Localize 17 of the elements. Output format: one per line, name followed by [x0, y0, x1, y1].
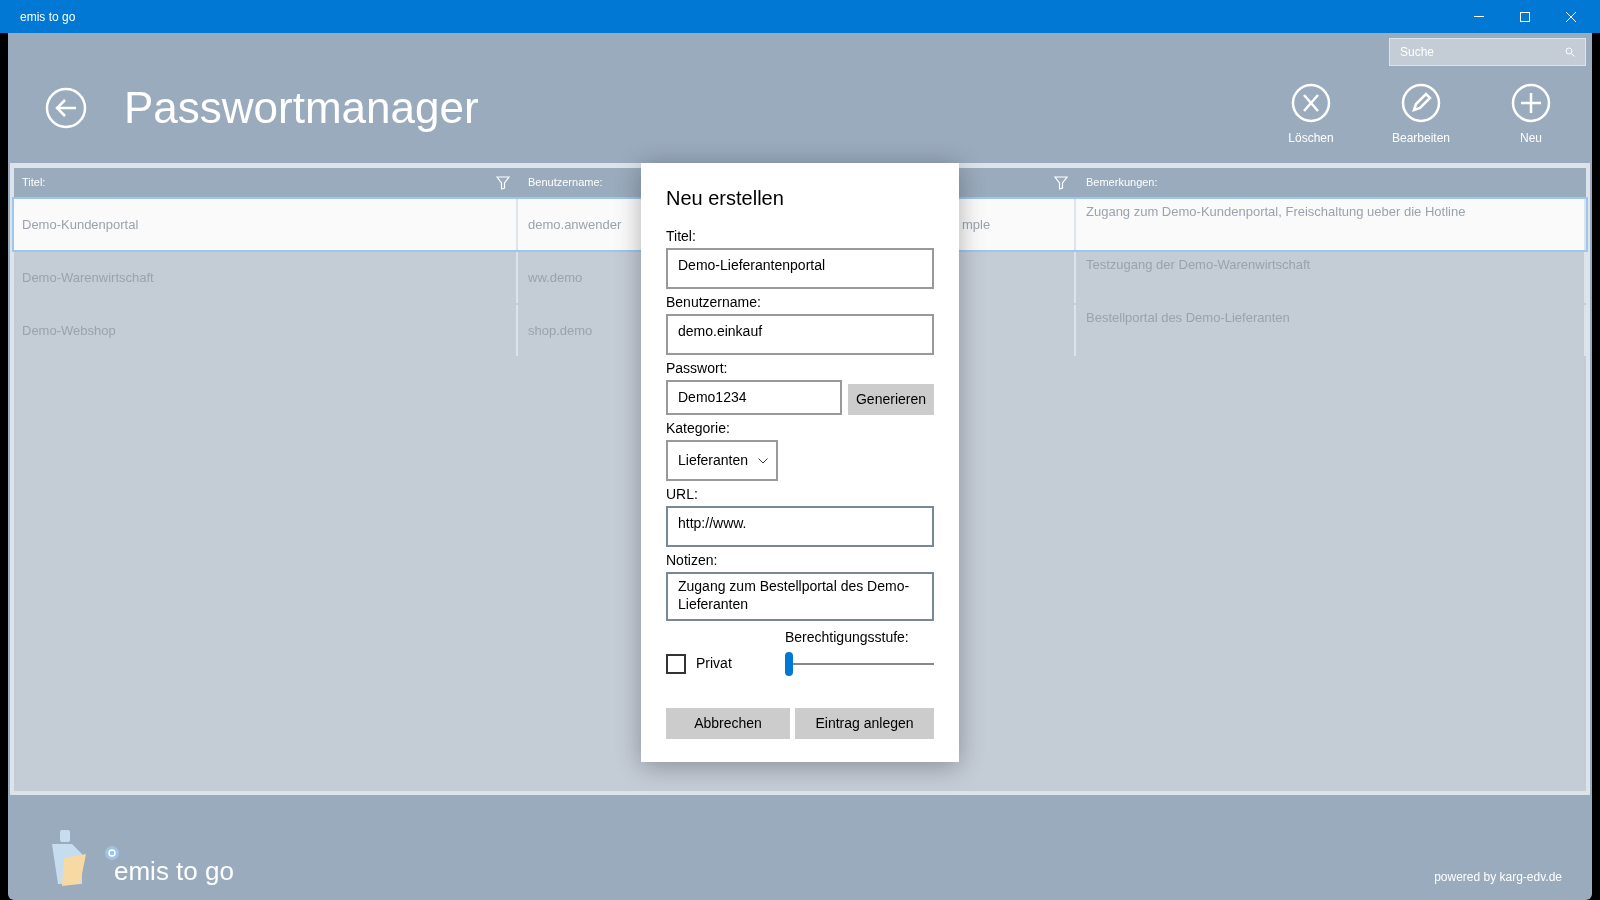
window-title: emis to go — [20, 8, 77, 26]
table-cell: Zugang zum Demo-Kundenportal, Freischaltung ueber die Hotline — [1086, 204, 1466, 219]
field-label: Notizen: — [666, 551, 719, 569]
table-cell-text: Demo-Kundenportal — [22, 215, 139, 234]
table-cell-text: demo.anwender — [528, 215, 622, 234]
field-label: URL: — [666, 485, 699, 503]
field-label: Kategorie: — [666, 419, 731, 437]
slider-label: Berechtigungsstufe: — [785, 628, 910, 647]
table-cell-text: mple — [962, 215, 991, 234]
field-label: Benutzername: — [666, 293, 762, 311]
field-label: Titel: — [666, 227, 697, 245]
page-title: Passwortmanager — [124, 82, 479, 134]
dialog-title: Neu erstellen — [666, 186, 785, 211]
checkbox-label: Privat — [696, 654, 732, 673]
field-label: Passwort: — [666, 359, 729, 377]
brand-name: emis to go — [114, 856, 234, 886]
credit-text: powered by karg-edv.de — [1434, 869, 1562, 886]
